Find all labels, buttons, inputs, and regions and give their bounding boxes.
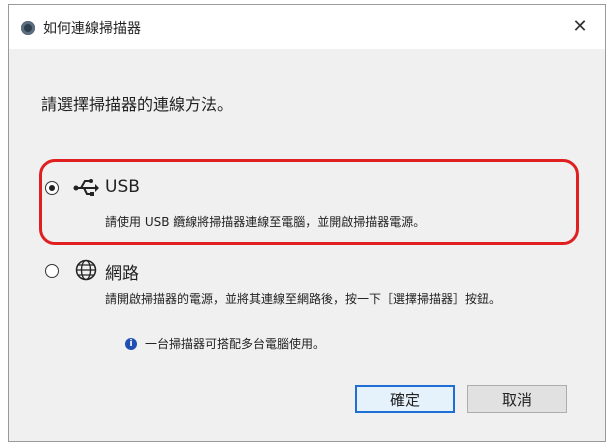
network-option-note: 一台掃描器可搭配多台電腦使用。 <box>145 337 326 351</box>
dialog-body: 請選擇掃描器的連線方法。 USB 請使用 USB 纜線將掃描器連線至電腦，並開啟… <box>9 49 605 443</box>
scanner-app-icon <box>21 21 35 35</box>
network-radio[interactable] <box>45 264 59 278</box>
usb-icon <box>73 179 99 196</box>
globe-icon <box>75 259 97 281</box>
usb-option-label[interactable]: USB <box>105 177 140 197</box>
network-option-description: 請開啟掃描器的電源，並將其連線至網路後，按一下［選擇掃描器］按鈕。 <box>105 292 502 306</box>
ok-button[interactable]: 確定 <box>355 385 455 413</box>
dialog-title: 如何連線掃描器 <box>43 21 141 37</box>
usb-option-description: 請使用 USB 纜線將掃描器連線至電腦，並開啟掃描器電源。 <box>105 215 426 229</box>
connection-dialog: 如何連線掃描器 ✕ 請選擇掃描器的連線方法。 USB 請使用 USB 纜線將掃描… <box>8 4 606 442</box>
info-icon: i <box>125 338 137 350</box>
cancel-button[interactable]: 取消 <box>467 385 567 413</box>
close-button[interactable]: ✕ <box>563 11 597 41</box>
usb-radio[interactable] <box>45 181 59 195</box>
network-option-label[interactable]: 網路 <box>105 259 139 284</box>
usb-option-highlight <box>39 159 579 245</box>
connection-prompt: 請選擇掃描器的連線方法。 <box>41 95 234 114</box>
title-bar: 如何連線掃描器 ✕ <box>9 5 605 49</box>
